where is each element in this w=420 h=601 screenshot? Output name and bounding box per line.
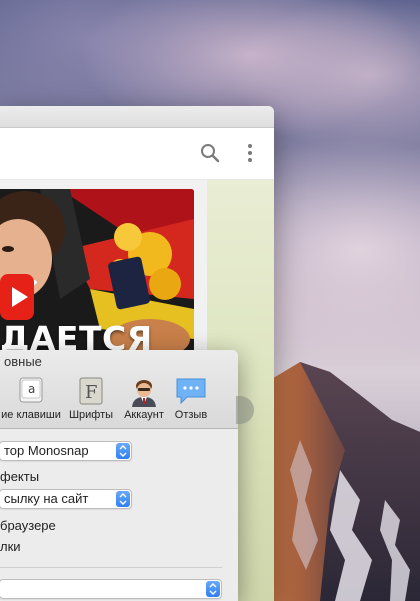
search-icon[interactable] <box>200 143 220 163</box>
more-vertical-icon[interactable] <box>244 143 256 163</box>
editor-select-value: тор Monosnap <box>4 443 89 458</box>
toolbar-label-shortcuts: ие клавиши <box>1 409 61 421</box>
font-icon: F <box>79 377 103 405</box>
toolbar-label-account: Аккаунт <box>124 409 164 421</box>
account-avatar-icon <box>132 380 156 407</box>
preferences-window: овные a ие клавиши F Шрифты Аккаунт Отзы… <box>0 350 238 601</box>
video-thumbnail[interactable]: ДАЕТСЯ <box>0 189 194 359</box>
keyboard-key-icon: a <box>19 377 43 403</box>
preferences-window-title: овные <box>4 354 42 369</box>
open-in-browser-label[interactable]: браузере <box>0 518 56 533</box>
upload-select[interactable]: сылку на сайт <box>0 489 132 509</box>
section-divider <box>0 567 222 568</box>
upload-select-value: сылку на сайт <box>4 491 89 506</box>
browser-titlebar[interactable] <box>0 106 274 128</box>
toolbar-label-feedback: Отзыв <box>174 409 208 421</box>
svg-text:F: F <box>85 382 98 403</box>
editor-select-chevron-icon <box>116 443 130 459</box>
upload-select-chevron-icon <box>116 491 130 507</box>
speech-bubble-icon <box>176 378 206 405</box>
preferences-content: тор Monosnap фекты сылку на сайт браузер… <box>0 429 238 601</box>
editor-select[interactable]: тор Monosnap <box>0 441 132 461</box>
svg-text:a: a <box>28 382 35 396</box>
links-label[interactable]: лки <box>0 539 21 554</box>
bottom-select[interactable] <box>0 579 222 599</box>
youtube-header <box>0 128 274 180</box>
bottom-select-chevron-icon <box>206 581 220 597</box>
toolbar-label-fonts: Шрифты <box>68 409 114 421</box>
preferences-toolbar: овные a ие клавиши F Шрифты Аккаунт Отзы… <box>0 350 238 429</box>
effects-label[interactable]: фекты <box>0 469 39 484</box>
